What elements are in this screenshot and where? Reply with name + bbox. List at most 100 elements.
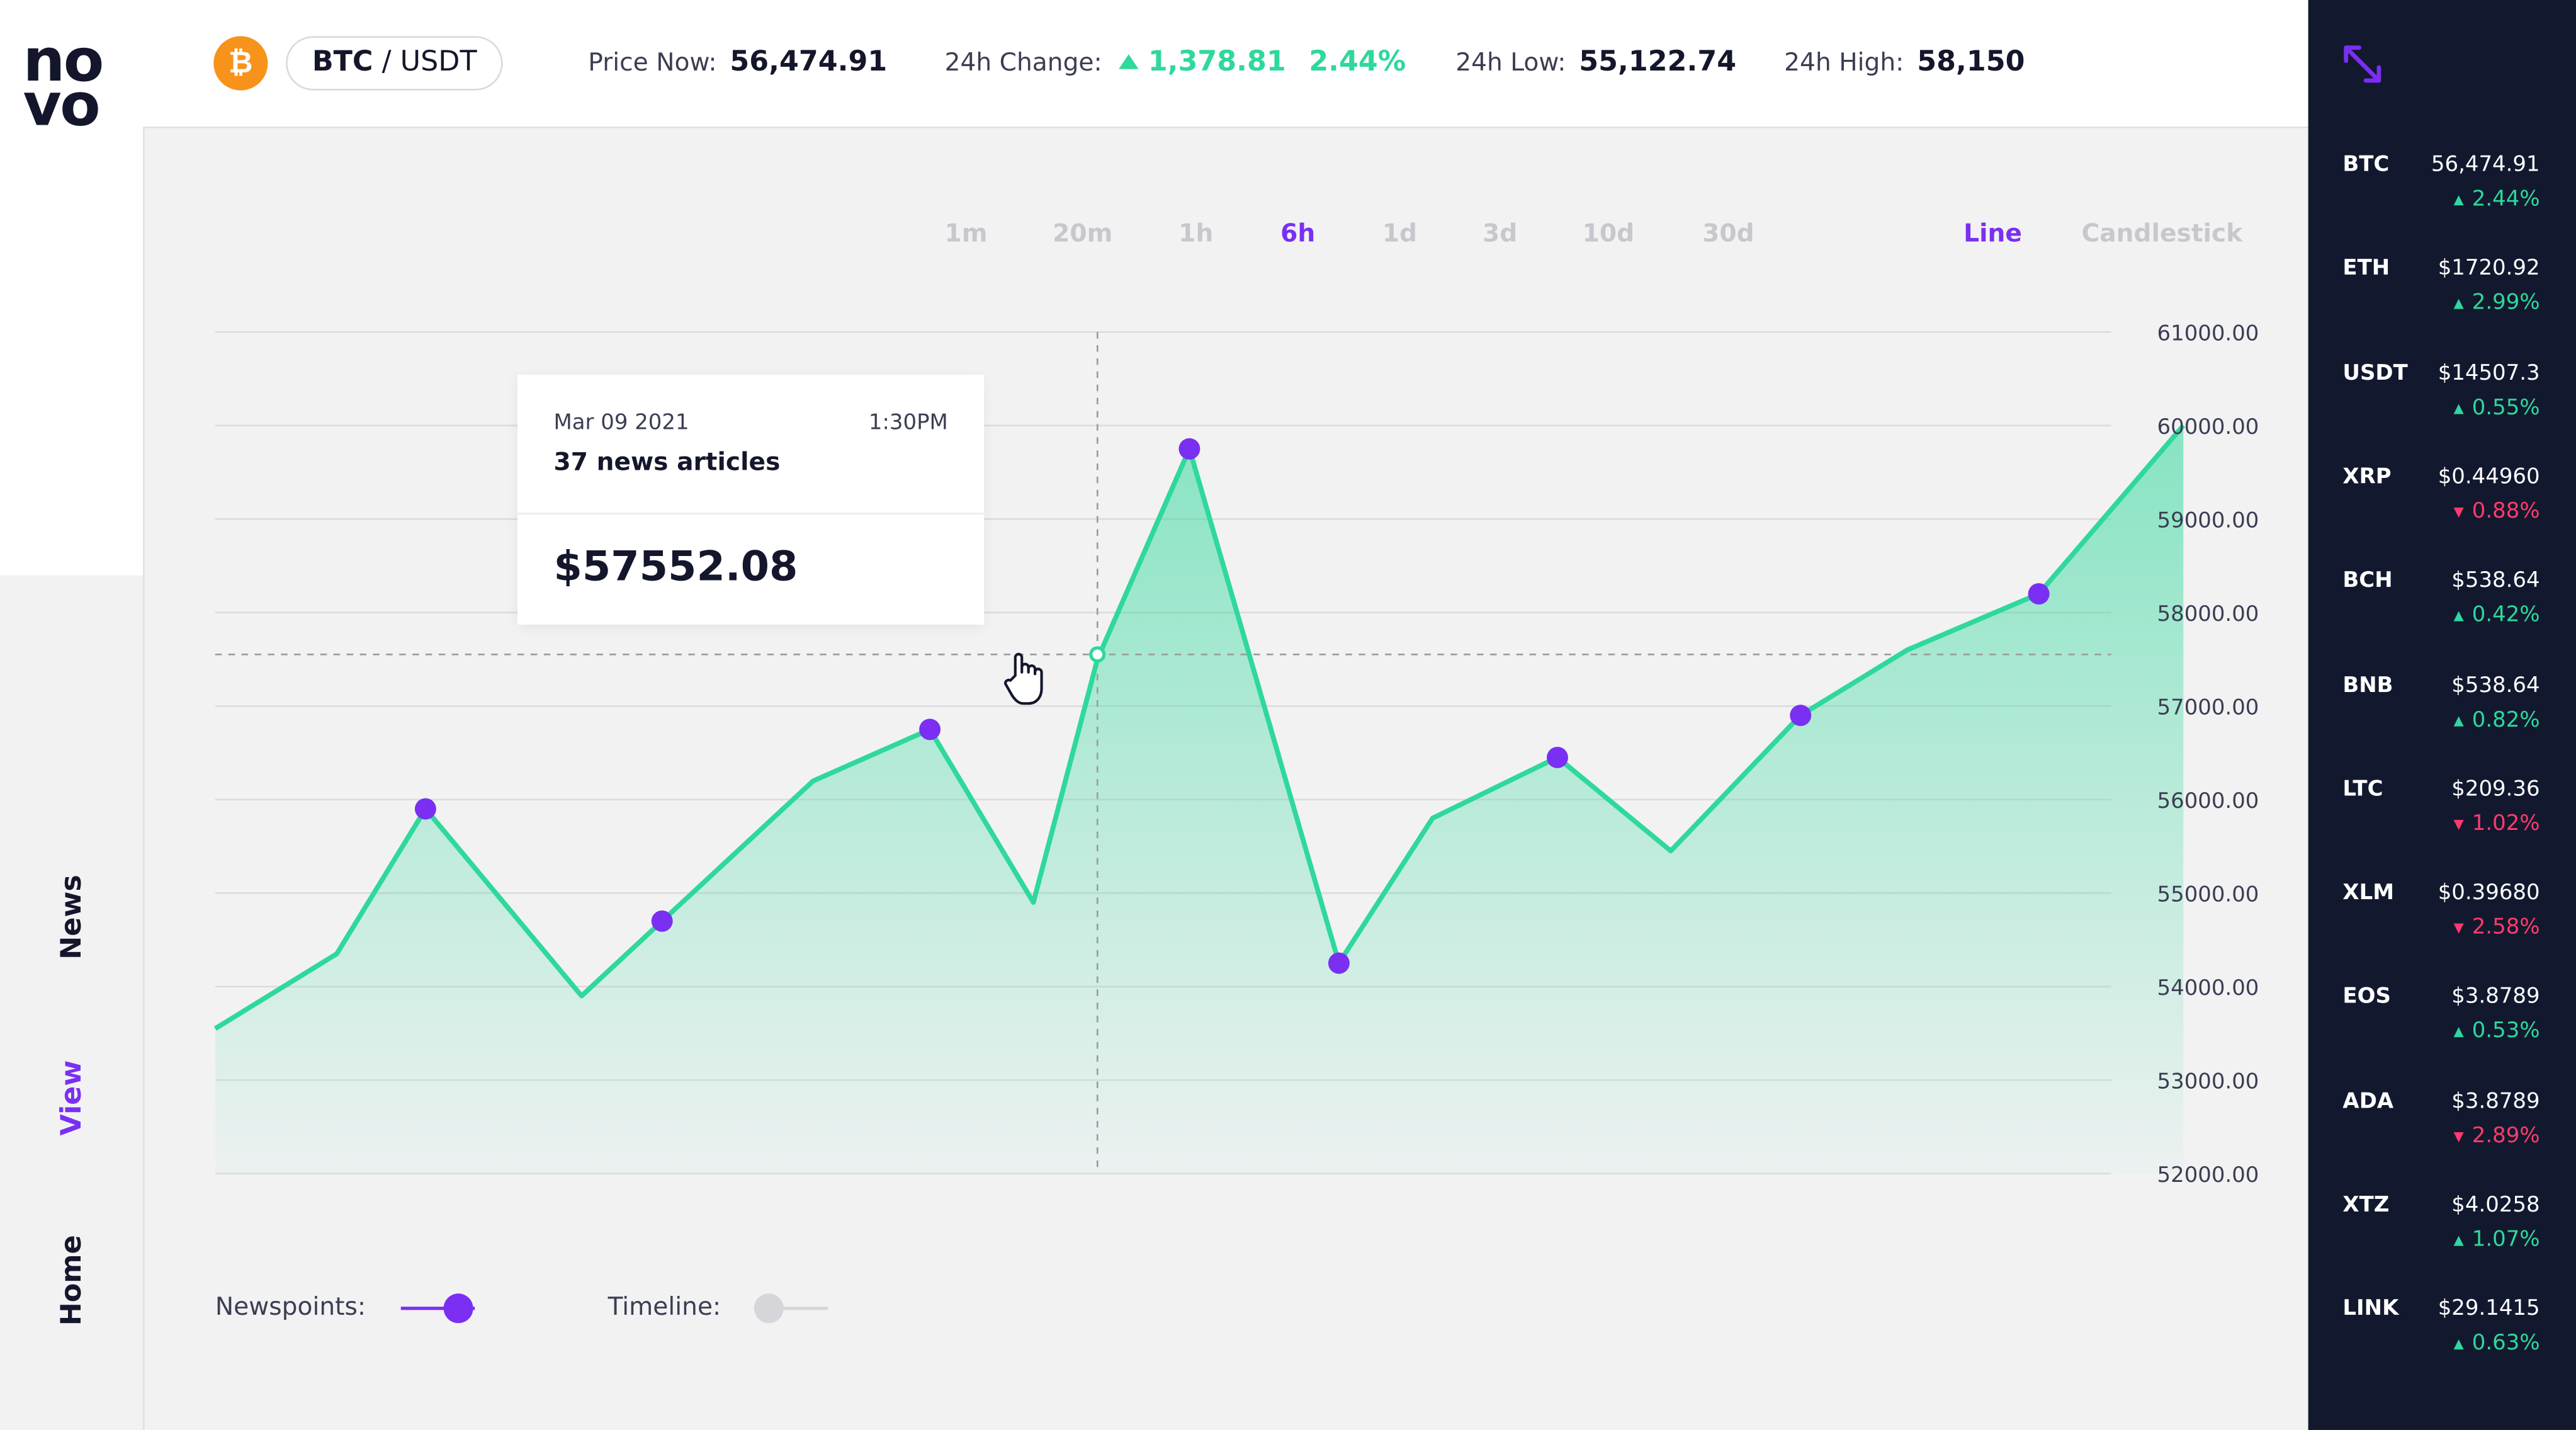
ticker-sidebar: BTC 56,474.91 ▲ 2.44% ETH $1720.92 ▲ 2.99% USDT $…	[2308, 0, 2576, 1430]
ticker-change-value: 0.63%	[2471, 1332, 2540, 1357]
ticker-change: ▲ 0.42%	[2454, 603, 2540, 628]
change-24h-stat: 24h Change: 1,378.81 2.44%	[945, 46, 1406, 79]
ticker-change: ▼ 1.02%	[2454, 812, 2540, 836]
ticker-symbol: ETH	[2342, 256, 2390, 282]
price-now-label: Price Now:	[588, 47, 717, 77]
low-24h-stat: 24h Low: 55,122.74	[1455, 46, 1736, 79]
news-point[interactable]	[651, 910, 673, 932]
change-24h-value: 1,378.81	[1148, 46, 1286, 79]
triangle-up-icon: ▲	[2453, 608, 2464, 623]
triangle-up-icon: ▲	[2453, 296, 2464, 312]
y-tick-label: 55000.00	[2157, 882, 2259, 907]
newspoints-toggle[interactable]	[400, 1293, 500, 1324]
high-24h-label: 24h High:	[1784, 47, 1904, 77]
ticker-change: ▲ 0.55%	[2454, 395, 2540, 420]
ticker-symbol: XLM	[2342, 881, 2394, 906]
news-point[interactable]	[1178, 438, 1200, 460]
ticker-price: $538.64	[2451, 672, 2540, 698]
triangle-down-icon: ▼	[2453, 504, 2464, 519]
ticker-symbol: ADA	[2342, 1089, 2394, 1114]
ticker-price: $29.1415	[2438, 1297, 2540, 1322]
price-now-value: 56,474.91	[730, 46, 888, 79]
ticker-row-xlm[interactable]: XLM $0.39680 ▼ 2.58%	[2308, 881, 2576, 980]
ticker-row-xtz[interactable]: XTZ $4.0258 ▲ 1.07%	[2308, 1193, 2576, 1292]
tooltip-articles: 37 news articles	[553, 447, 781, 477]
ticker-row-ada[interactable]: ADA $3.8789 ▼ 2.89%	[2308, 1089, 2576, 1188]
ticker-change: ▼ 0.88%	[2454, 499, 2540, 524]
ticker-symbol: USDT	[2342, 361, 2408, 386]
y-tick-label: 61000.00	[2157, 321, 2259, 346]
triangle-down-icon: ▼	[2453, 1128, 2464, 1143]
ticker-change-value: 2.89%	[2471, 1123, 2540, 1149]
ticker-row-link[interactable]: LINK $29.1415 ▲ 0.63%	[2308, 1297, 2576, 1396]
ticker-symbol: BTC	[2342, 152, 2390, 178]
ticker-symbol: XRP	[2342, 465, 2392, 490]
ticker-change-value: 2.44%	[2471, 187, 2540, 212]
triangle-up-icon: ▲	[2453, 1024, 2464, 1040]
tooltip-divider	[517, 513, 985, 515]
ticker-change: ▲ 0.53%	[2454, 1019, 2540, 1044]
ticker-price: $3.8789	[2451, 1089, 2540, 1114]
timeline-toggle[interactable]	[754, 1293, 853, 1324]
pair-quote: USDT	[400, 46, 477, 79]
news-point[interactable]	[1328, 952, 1350, 974]
high-24h-value: 58,150	[1917, 46, 2025, 79]
hover-tooltip: Mar 09 2021 1:30PM 37 news articles $575…	[517, 375, 985, 625]
y-tick-label: 59000.00	[2157, 508, 2259, 533]
news-point[interactable]	[919, 718, 941, 741]
nav-item-home[interactable]: Home	[56, 1235, 89, 1325]
triangle-up-icon: ▲	[2453, 192, 2464, 207]
y-tick-label: 60000.00	[2157, 415, 2259, 440]
ticker-row-bch[interactable]: BCH $538.64 ▲ 0.42%	[2308, 569, 2576, 668]
sidebar-logo-area: no vo	[0, 0, 144, 576]
nav-item-news[interactable]: News	[56, 875, 89, 960]
ticker-symbol: LTC	[2342, 777, 2383, 802]
triangle-up-icon: ▲	[2453, 400, 2464, 416]
ticker-row-eth[interactable]: ETH $1720.92 ▲ 2.99%	[2308, 257, 2576, 356]
news-point[interactable]	[1547, 746, 1568, 768]
ticker-price: $1720.92	[2438, 256, 2540, 282]
ticker-change-value: 0.82%	[2471, 707, 2540, 732]
novo-logo[interactable]: no vo	[23, 32, 122, 140]
ticker-row-ltc[interactable]: LTC $209.36 ▼ 1.02%	[2308, 777, 2576, 876]
timeline-label: Timeline:	[607, 1291, 721, 1322]
ticker-symbol: XTZ	[2342, 1193, 2390, 1218]
pair-selector[interactable]: BTC / USDT	[286, 36, 504, 91]
ticker-price: $4.0258	[2451, 1193, 2540, 1218]
ticker-row-eos[interactable]: EOS $3.8789 ▲ 0.53%	[2308, 985, 2576, 1084]
ticker-change-value: 0.53%	[2471, 1019, 2540, 1045]
price-now-stat: Price Now: 56,474.91	[588, 46, 887, 79]
news-point[interactable]	[1790, 705, 1812, 727]
ticker-row-xrp[interactable]: XRP $0.44960 ▼ 0.88%	[2308, 465, 2576, 564]
news-point[interactable]	[414, 798, 436, 820]
ticker-change-value: 1.02%	[2471, 811, 2540, 837]
ticker-symbol: BCH	[2342, 569, 2393, 594]
logo-bottom: vo	[23, 72, 101, 140]
hover-point	[1089, 646, 1106, 663]
ticker-row-bnb[interactable]: BNB $538.64 ▲ 0.82%	[2308, 673, 2576, 772]
ticker-price: $209.36	[2451, 777, 2540, 802]
bitcoin-icon: ₿	[213, 36, 268, 91]
chart-panel: 1m 20m 1h 6h 1d 3d 10d 30d Line Candlest…	[143, 128, 2308, 1430]
y-tick-label: 53000.00	[2157, 1069, 2259, 1094]
triangle-down-icon: ▼	[2453, 816, 2464, 832]
news-point[interactable]	[2028, 583, 2050, 605]
y-tick-label: 57000.00	[2157, 695, 2259, 720]
ticker-change: ▼ 2.58%	[2454, 916, 2540, 940]
price-chart[interactable]: 61000.00 60000.00 59000.00 58000.00 57000.00…	[143, 128, 2308, 1430]
market-header: ₿ BTC / USDT Price Now: 56,474.91 24h Cha…	[143, 0, 2308, 128]
ticker-change-value: 1.07%	[2471, 1227, 2540, 1253]
ticker-change: ▲ 0.63%	[2454, 1332, 2540, 1356]
change-24h-percent: 2.44%	[1309, 46, 1406, 79]
ticker-row-btc[interactable]: BTC 56,474.91 ▲ 2.44%	[2308, 153, 2576, 252]
ticker-symbol: EOS	[2342, 985, 2391, 1010]
ticker-row-usdt[interactable]: USDT $14507.3 ▲ 0.55%	[2308, 361, 2576, 460]
ticker-symbol: LINK	[2342, 1297, 2399, 1322]
ticker-symbol: BNB	[2342, 672, 2393, 698]
low-24h-value: 55,122.74	[1579, 46, 1737, 79]
ticker-change-value: 0.55%	[2471, 395, 2540, 421]
nav-item-view[interactable]: View	[56, 1060, 89, 1136]
tooltip-time: 1:30PM	[868, 411, 948, 436]
expand-arrows-icon[interactable]	[2341, 43, 2384, 86]
y-tick-label: 56000.00	[2157, 789, 2259, 814]
